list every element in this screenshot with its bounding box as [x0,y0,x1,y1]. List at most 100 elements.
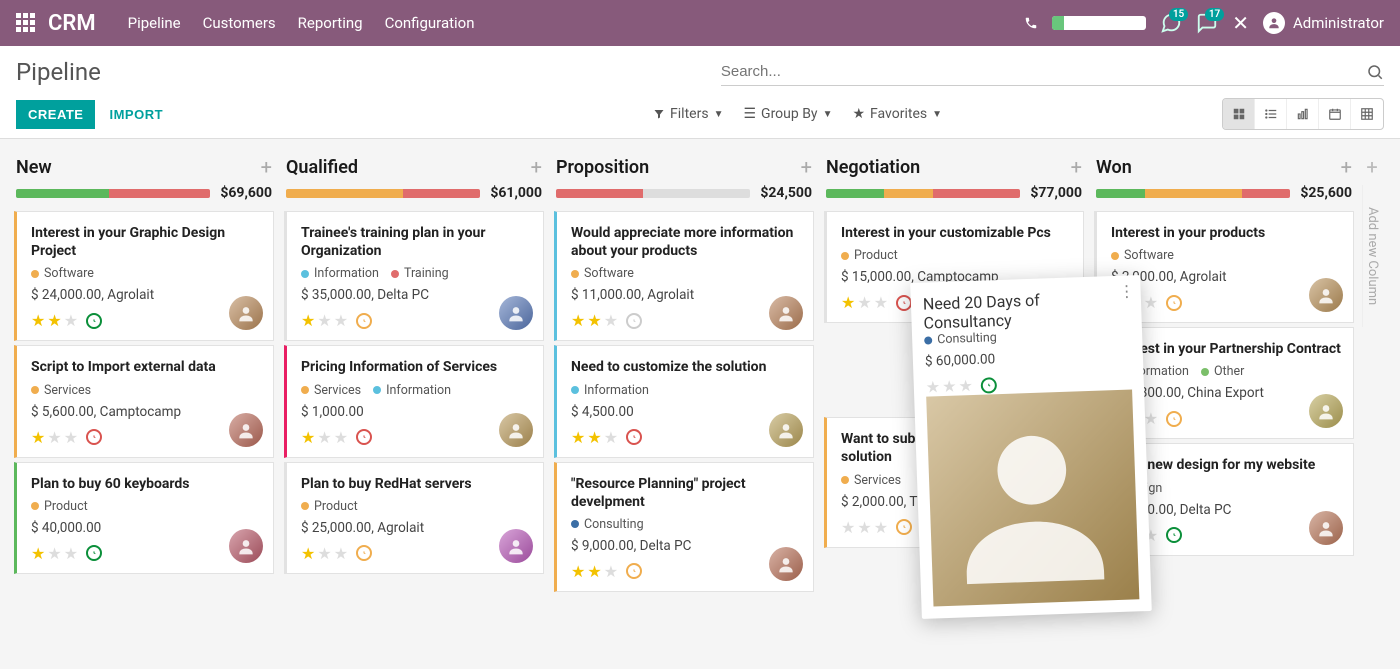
priority-star[interactable]: ★ [31,311,45,330]
priority-star[interactable]: ★ [857,518,871,537]
activity-status-icon[interactable] [86,545,102,561]
kanban-card[interactable]: "Resource Planning" project develpment C… [554,462,814,592]
user-menu[interactable]: Administrator [1263,12,1384,34]
activity-status-icon[interactable] [1166,295,1182,311]
card-title[interactable]: Plan to buy 60 keyboards [31,475,261,493]
tag[interactable]: Information [373,383,451,398]
activity-status-icon[interactable] [1166,527,1182,543]
activity-status-icon[interactable] [896,295,912,311]
conversations-icon[interactable]: 15 [1160,12,1182,34]
priority-star[interactable]: ★ [334,311,348,330]
groupby-menu[interactable]: ☰Group By▼ [743,106,832,122]
activity-status-icon[interactable] [356,545,372,561]
view-pivot[interactable] [1351,99,1383,129]
assignee-avatar[interactable] [926,389,1139,606]
priority-star[interactable]: ★ [317,544,331,563]
priority-star[interactable]: ★ [47,311,61,330]
nav-link-customers[interactable]: Customers [203,14,276,32]
tag[interactable]: Software [31,266,94,281]
search-bar[interactable] [721,59,1384,86]
card-title[interactable]: Interest in your Partnership Contract [1111,340,1341,358]
priority-star[interactable]: ★ [587,562,601,581]
priority-star[interactable]: ★ [334,428,348,447]
column-title[interactable]: Won [1096,157,1132,178]
tag[interactable]: Information [301,266,379,281]
column-progress-bar[interactable] [286,189,480,198]
tag[interactable]: Product [301,499,358,514]
priority-star[interactable]: ★ [64,544,78,563]
priority-star[interactable]: ★ [587,311,601,330]
quick-create-icon[interactable]: + [1341,155,1352,179]
apps-icon[interactable] [16,13,36,33]
assignee-avatar[interactable] [769,547,803,581]
priority-star[interactable]: ★ [841,293,855,312]
priority-star[interactable]: ★ [47,428,61,447]
card-title[interactable]: Script to Import external data [31,358,261,376]
view-graph[interactable] [1287,99,1319,129]
trial-progress[interactable] [1052,16,1146,30]
priority-star[interactable]: ★ [301,311,315,330]
card-title[interactable]: Interest in your Graphic Design Project [31,224,261,260]
view-kanban[interactable] [1223,99,1255,129]
card-title[interactable]: "Resource Planning" project develpment [571,475,801,511]
priority-star[interactable]: ★ [604,562,618,581]
kanban-card[interactable]: Need to customize the solution Informati… [554,345,814,457]
priority-star[interactable]: ★ [926,377,941,396]
add-column-plus-icon[interactable]: + [1366,155,1377,179]
tag[interactable]: Information [571,383,649,398]
priority-star[interactable]: ★ [334,544,348,563]
kanban-card[interactable]: Would appreciate more information about … [554,211,814,341]
priority-star[interactable]: ★ [1144,293,1158,312]
kanban-card[interactable]: Trainee's training plan in your Organiza… [284,211,544,341]
column-progress-bar[interactable] [1096,189,1290,198]
import-button[interactable]: IMPORT [109,107,163,122]
activity-status-icon[interactable] [626,313,642,329]
priority-star[interactable]: ★ [942,377,957,396]
activity-status-icon[interactable] [626,429,642,445]
tag[interactable]: Software [571,266,634,281]
priority-star[interactable]: ★ [587,428,601,447]
tag[interactable]: Product [841,248,898,263]
kanban-card[interactable]: Interest in your Graphic Design Project … [14,211,274,341]
priority-star[interactable]: ★ [31,428,45,447]
column-title[interactable]: Negotiation [826,157,920,178]
priority-star[interactable]: ★ [31,544,45,563]
kanban-card[interactable]: Plan to buy RedHat servers Product $ 25,… [284,462,544,574]
activity-status-icon[interactable] [86,313,102,329]
search-input[interactable] [721,63,1366,80]
column-title[interactable]: Qualified [286,157,358,178]
card-title[interactable]: Trainee's training plan in your Organiza… [301,224,531,260]
card-title[interactable]: Pricing Information of Services [301,358,531,376]
priority-star[interactable]: ★ [571,311,585,330]
priority-star[interactable]: ★ [604,311,618,330]
tag[interactable]: Consulting [924,330,997,348]
card-title[interactable]: Need to customize the solution [571,358,801,376]
priority-star[interactable]: ★ [301,544,315,563]
quick-create-icon[interactable]: + [801,155,812,179]
nav-link-pipeline[interactable]: Pipeline [128,14,181,32]
add-column-button[interactable]: Add new Column [1362,185,1382,327]
priority-star[interactable]: ★ [874,518,888,537]
search-icon[interactable] [1366,63,1384,81]
priority-star[interactable]: ★ [301,428,315,447]
priority-star[interactable]: ★ [841,518,855,537]
app-brand[interactable]: CRM [48,11,96,36]
phone-icon[interactable] [1024,16,1038,30]
column-progress-bar[interactable] [556,189,750,198]
create-button[interactable]: CREATE [16,100,95,129]
priority-star[interactable]: ★ [1144,409,1158,428]
filters-menu[interactable]: Filters▼ [653,106,723,122]
kanban-card[interactable]: Pricing Information of Services Services… [284,345,544,457]
column-progress-bar[interactable] [826,189,1020,198]
tag[interactable]: Other [1201,364,1244,379]
priority-star[interactable]: ★ [958,376,973,395]
assignee-avatar[interactable] [229,529,263,563]
priority-star[interactable]: ★ [317,428,331,447]
quick-create-icon[interactable]: + [1071,155,1082,179]
card-title[interactable]: Interest in your products [1111,224,1341,242]
assignee-avatar[interactable] [499,413,533,447]
view-calendar[interactable] [1319,99,1351,129]
priority-star[interactable]: ★ [604,428,618,447]
assignee-avatar[interactable] [1309,278,1343,312]
activity-status-icon[interactable] [356,313,372,329]
